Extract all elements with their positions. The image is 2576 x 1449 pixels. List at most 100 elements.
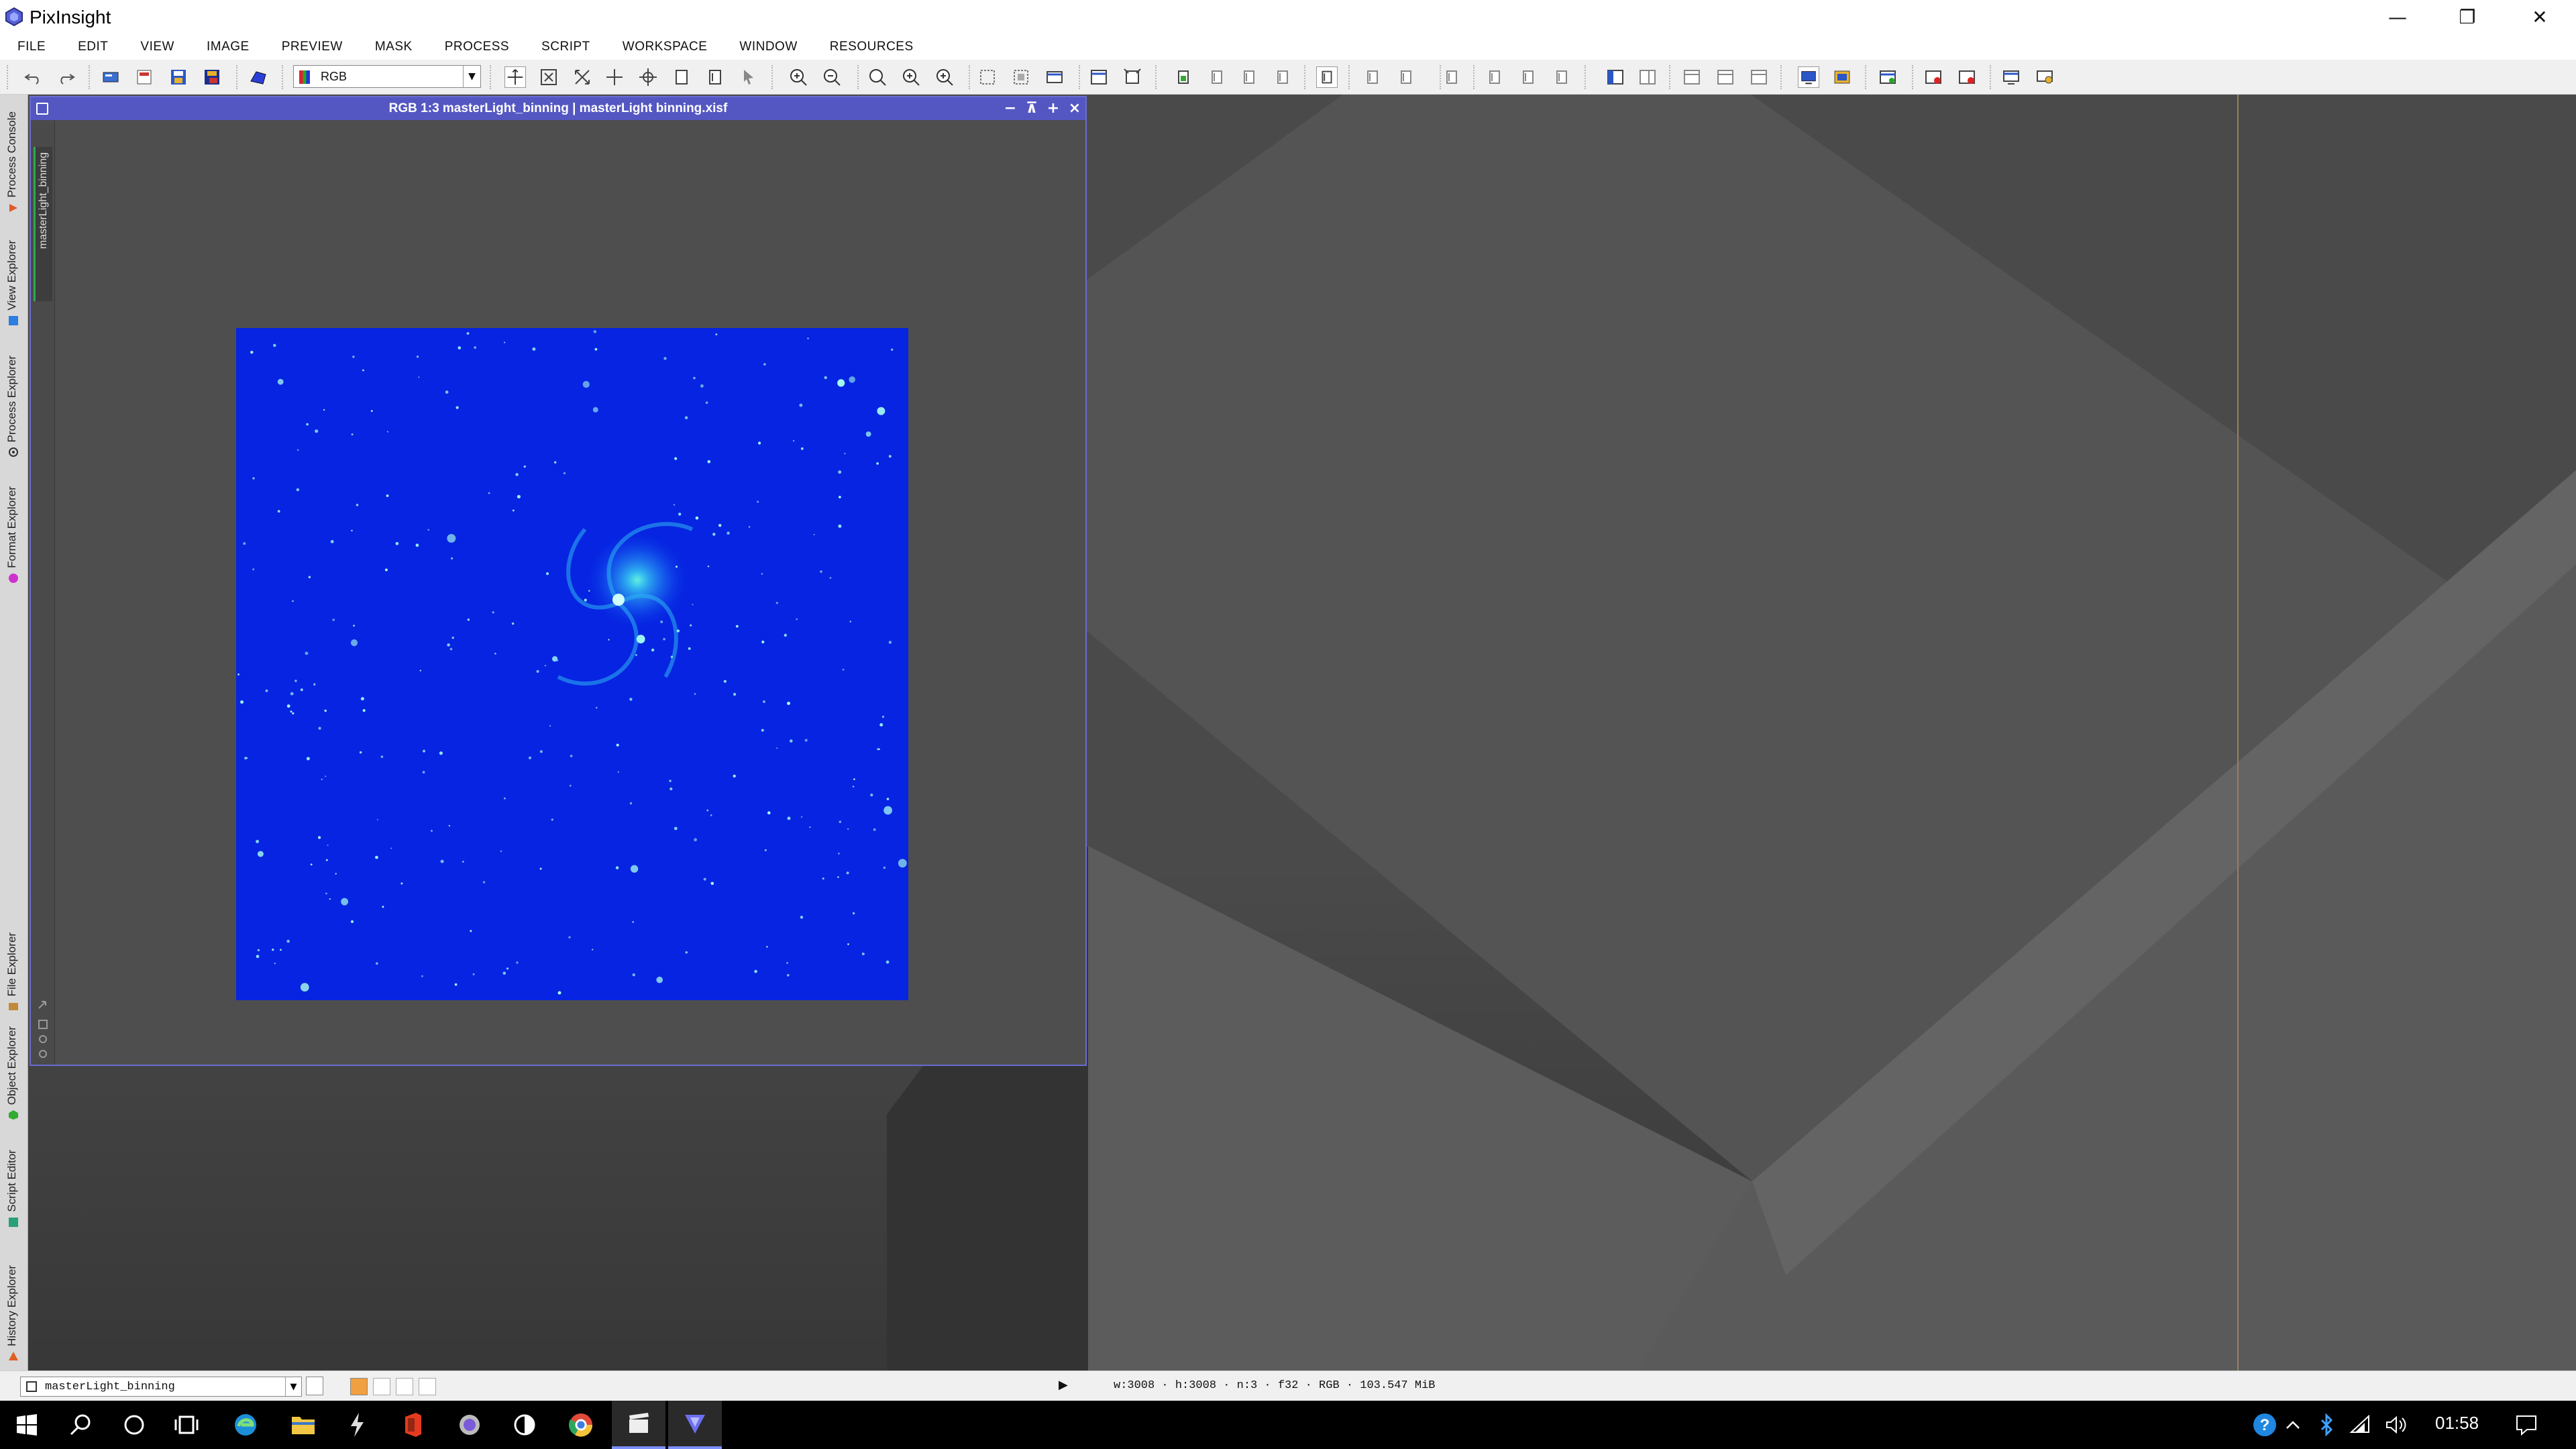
image-window-titlebar[interactable]: RGB 1:3 masterLight_binning | masterLigh… <box>31 97 1085 120</box>
taskbar-video-editor[interactable] <box>612 1401 665 1449</box>
pan-mode-icon[interactable] <box>604 66 625 88</box>
swatch-3[interactable] <box>396 1378 413 1395</box>
menu-resources[interactable]: RESOURCES <box>830 40 914 54</box>
zoom-out-icon[interactable] <box>821 66 843 88</box>
zoom-optimal-icon[interactable] <box>934 66 955 88</box>
tab-view-explorer[interactable]: View Explorer <box>0 218 28 331</box>
cascade-windows-icon[interactable] <box>1122 66 1143 88</box>
menu-workspace[interactable]: WORKSPACE <box>623 40 708 54</box>
zoom-mode-icon[interactable] <box>538 66 559 88</box>
zoom-in-icon[interactable] <box>788 66 809 88</box>
preview-tools-icon[interactable] <box>36 995 50 1062</box>
channel-green-icon[interactable] <box>1551 66 1572 88</box>
auto-fit-icon[interactable] <box>1044 66 1065 88</box>
explorer-3-icon[interactable] <box>1748 66 1770 88</box>
tab-script-editor[interactable]: Script Editor <box>0 1125 28 1232</box>
menu-file[interactable]: FILE <box>17 40 46 54</box>
taskbar-pixinsight[interactable] <box>668 1401 722 1449</box>
task-view-button[interactable] <box>161 1401 215 1449</box>
tab-object-explorer[interactable]: Object Explorer <box>0 1016 28 1125</box>
stf-channel-g-icon[interactable] <box>1395 66 1417 88</box>
search-button[interactable] <box>54 1401 107 1449</box>
taskbar-app-bolt[interactable] <box>330 1401 384 1449</box>
menu-window[interactable]: WINDOW <box>739 40 797 54</box>
tile-windows-icon[interactable] <box>1088 66 1110 88</box>
readout-mode-icon[interactable] <box>504 66 526 88</box>
taskbar-office[interactable] <box>386 1401 440 1449</box>
window-close-icon[interactable]: × <box>1064 97 1085 120</box>
mask-enable-icon[interactable] <box>1238 66 1260 88</box>
tab-file-explorer[interactable]: File Explorer <box>0 916 28 1016</box>
tab-process-explorer[interactable]: Process Explorer <box>0 331 28 462</box>
color-space-icon[interactable] <box>247 66 268 88</box>
close-workspace-icon[interactable] <box>1956 66 1978 88</box>
mask-show-icon[interactable] <box>1173 66 1194 88</box>
redo-icon[interactable] <box>55 66 76 88</box>
color-mode-select[interactable]: RGB ▼ <box>293 65 481 88</box>
play-icon[interactable]: ▶ <box>1059 1378 1068 1392</box>
channel-rgb-icon[interactable] <box>1484 66 1505 88</box>
fit-view-icon[interactable] <box>572 66 593 88</box>
show-hidden-icons-button[interactable] <box>2277 1401 2309 1449</box>
preferences-icon[interactable] <box>2034 66 2055 88</box>
menu-process[interactable]: PROCESS <box>445 40 509 54</box>
save-icon[interactable] <box>168 66 189 88</box>
window-menu-icon[interactable] <box>36 103 48 115</box>
center-view-icon[interactable] <box>637 66 659 88</box>
taskbar-clock[interactable]: 01:58 <box>2435 1413 2479 1434</box>
select-pointer-icon[interactable] <box>738 66 759 88</box>
taskbar-clock-app[interactable] <box>498 1401 551 1449</box>
save-as-icon[interactable] <box>201 66 223 88</box>
swatch-2[interactable] <box>373 1378 390 1395</box>
undo-icon[interactable] <box>23 66 44 88</box>
stf-channel-r-icon[interactable] <box>1362 66 1383 88</box>
menu-mask[interactable]: MASK <box>375 40 413 54</box>
fit-all-icon[interactable] <box>1010 66 1032 88</box>
fit-window-icon[interactable] <box>977 66 998 88</box>
screen-mode-icon[interactable] <box>1798 66 1819 88</box>
menu-image[interactable]: IMAGE <box>207 40 250 54</box>
mask-remove-icon[interactable] <box>1272 66 1293 88</box>
action-center-button[interactable] <box>2500 1401 2553 1449</box>
bluetooth-button[interactable] <box>2310 1401 2343 1449</box>
wifi-button[interactable] <box>2344 1401 2376 1449</box>
swatch-4[interactable] <box>419 1378 436 1395</box>
menu-view[interactable]: VIEW <box>140 40 174 54</box>
taskbar-music-app[interactable] <box>443 1401 496 1449</box>
window-minimize-icon[interactable]: − <box>1000 97 1021 120</box>
image-window[interactable]: RGB 1:3 masterLight_binning | masterLigh… <box>30 96 1087 1066</box>
new-preview-icon[interactable] <box>671 66 692 88</box>
explorer-2-icon[interactable] <box>1715 66 1736 88</box>
taskbar-edge[interactable] <box>219 1401 272 1449</box>
panel-right-icon[interactable] <box>1637 66 1658 88</box>
monitor-settings-icon[interactable] <box>2000 66 2022 88</box>
window-maximize-icon[interactable]: + <box>1042 97 1064 120</box>
explorer-1-icon[interactable] <box>1681 66 1703 88</box>
view-id-tab[interactable]: masterLight_binning <box>34 147 52 301</box>
edit-preview-icon[interactable] <box>704 66 726 88</box>
mask-color-swatch[interactable] <box>350 1378 368 1395</box>
menu-edit[interactable]: EDIT <box>78 40 108 54</box>
restore-button[interactable]: ❐ <box>2431 0 2504 34</box>
taskbar-file-explorer[interactable] <box>276 1401 330 1449</box>
open-file-icon[interactable] <box>134 66 156 88</box>
minimize-button[interactable]: — <box>2361 0 2434 34</box>
start-button[interactable] <box>0 1401 54 1449</box>
volume-button[interactable] <box>2380 1401 2412 1449</box>
view-selector[interactable]: masterLight_binning ▼ <box>20 1377 302 1397</box>
tab-format-explorer[interactable]: Format Explorer <box>0 462 28 588</box>
close-button[interactable]: ✕ <box>2504 0 2576 34</box>
channel-red-icon[interactable] <box>1517 66 1539 88</box>
image-gallery-icon[interactable] <box>1831 66 1853 88</box>
mask-invert-icon[interactable] <box>1206 66 1228 88</box>
new-workspace-icon[interactable] <box>1877 66 1898 88</box>
panel-left-icon[interactable] <box>1605 66 1626 88</box>
astronomical-image[interactable] <box>236 328 908 1000</box>
zoom-fit-icon[interactable] <box>900 66 922 88</box>
menu-preview[interactable]: PREVIEW <box>282 40 343 54</box>
zoom-1-1-icon[interactable] <box>867 66 888 88</box>
tab-process-console[interactable]: Process Console <box>0 95 28 218</box>
menu-script[interactable]: SCRIPT <box>541 40 590 54</box>
cortana-button[interactable] <box>107 1401 161 1449</box>
stf-auto-icon[interactable] <box>1441 66 1462 88</box>
